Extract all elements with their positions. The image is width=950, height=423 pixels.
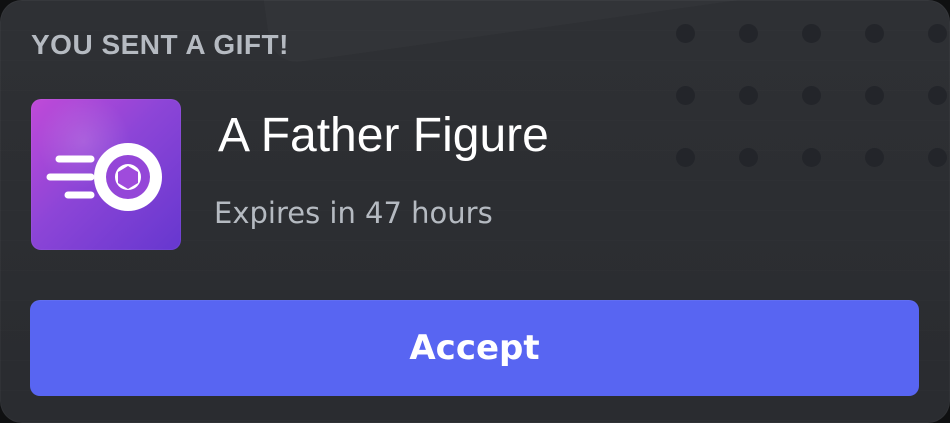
gift-title: A Father Figure bbox=[218, 109, 549, 162]
nitro-gift-icon bbox=[31, 99, 181, 250]
decorative-dots bbox=[660, 16, 950, 176]
accept-button[interactable]: Accept bbox=[30, 300, 919, 396]
gift-heading: YOU SENT A GIFT! bbox=[31, 29, 289, 60]
gift-expiration: Expires in 47 hours bbox=[214, 196, 493, 230]
background-shape bbox=[252, 0, 788, 65]
gift-card: YOU SENT A GIFT! A Father Figure Expires… bbox=[0, 0, 950, 423]
